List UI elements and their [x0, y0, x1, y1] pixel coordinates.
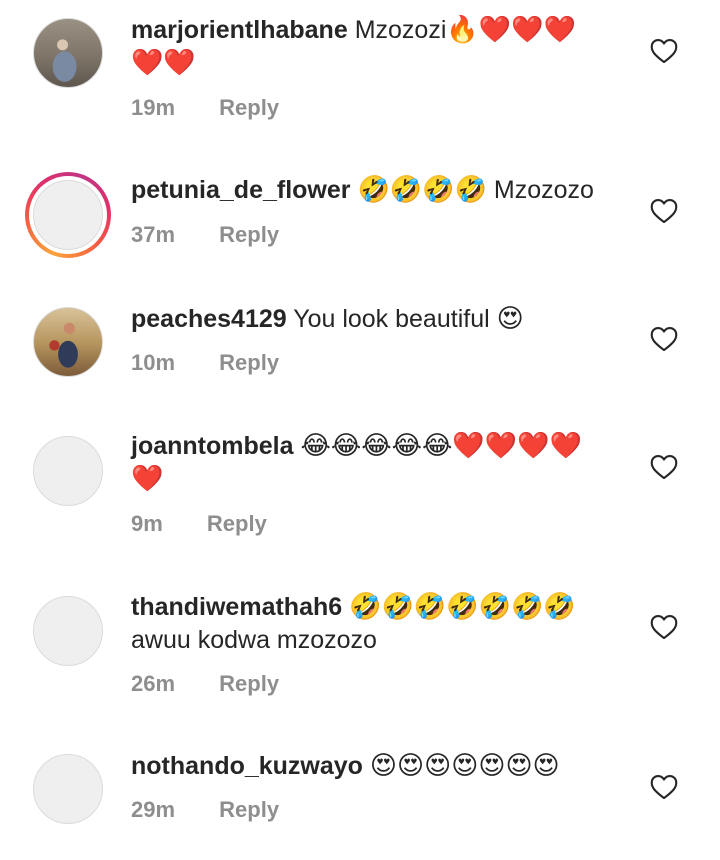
comment-emoji: 😍😍😍😍😍😍😍: [369, 751, 560, 781]
heart-outline-icon[interactable]: [650, 454, 678, 480]
comment-text: marjorientlhabane Mzozozi🔥❤️❤️❤️ ❤️❤️: [131, 14, 641, 80]
comment-meta: 9m Reply: [131, 511, 267, 537]
reply-button[interactable]: Reply: [207, 511, 267, 537]
reply-button[interactable]: Reply: [219, 671, 279, 697]
comment-time: 29m: [131, 797, 176, 822]
comment-emoji: 🤣🤣🤣🤣: [357, 175, 487, 205]
reply-button[interactable]: Reply: [219, 350, 279, 376]
avatar[interactable]: [33, 436, 103, 506]
comment-time: 10m: [131, 350, 176, 375]
comment-text: nothando_kuzwayo 😍😍😍😍😍😍😍: [131, 750, 641, 783]
comment-username[interactable]: nothando_kuzwayo: [131, 752, 363, 780]
comment-time: 9m: [131, 511, 163, 536]
avatar[interactable]: [25, 172, 111, 258]
comment-body: You look beautiful: [293, 305, 490, 333]
comment-time: 26m: [131, 671, 176, 696]
comment-body: Mzozozi: [354, 16, 447, 44]
comment-meta: 26m Reply: [131, 671, 279, 697]
comment-body: awuu kodwa mzozozo: [131, 626, 377, 654]
comment-meta: 29m Reply: [131, 797, 279, 823]
heart-outline-icon[interactable]: [650, 614, 678, 640]
comment-username[interactable]: thandiwemathah6: [131, 593, 342, 621]
comment-text: thandiwemathah6 🤣🤣🤣🤣🤣🤣🤣 awuu kodwa mzozo…: [131, 591, 641, 657]
comment-username[interactable]: peaches4129: [131, 305, 287, 333]
comment-meta: 37m Reply: [131, 222, 279, 248]
comment-emoji: ❤️❤️: [131, 48, 196, 78]
comment-username[interactable]: petunia_de_flower: [131, 176, 351, 204]
comment-text: joanntombela 😂😂😂😂😂❤️❤️❤️❤️ ❤️: [131, 430, 641, 496]
comment-username[interactable]: marjorientlhabane: [131, 16, 348, 44]
comment-time: 37m: [131, 222, 176, 247]
reply-button[interactable]: Reply: [219, 797, 279, 823]
heart-outline-icon[interactable]: [650, 774, 678, 800]
comment-text: petunia_de_flower 🤣🤣🤣🤣 Mzozozo: [131, 174, 641, 207]
comment-text: peaches4129 You look beautiful 😍: [131, 303, 641, 336]
comment-meta: 10m Reply: [131, 350, 279, 376]
avatar[interactable]: [33, 754, 103, 824]
comment-emoji: 😍: [496, 304, 524, 334]
comment-emoji: 🔥❤️❤️❤️: [446, 15, 576, 45]
comment-time: 19m: [131, 95, 176, 120]
comment-body: Mzozozo: [493, 176, 594, 204]
comment-emoji: 😂😂😂😂😂❤️❤️❤️❤️: [300, 431, 582, 461]
comment-meta: 19m Reply: [131, 95, 279, 121]
heart-outline-icon[interactable]: [650, 38, 678, 64]
comment-emoji: 🤣🤣🤣🤣🤣🤣🤣: [349, 592, 576, 622]
comment-username[interactable]: joanntombela: [131, 432, 294, 460]
avatar[interactable]: [33, 307, 103, 377]
reply-button[interactable]: Reply: [219, 222, 279, 248]
heart-outline-icon[interactable]: [650, 198, 678, 224]
comments-list: marjorientlhabane Mzozozi🔥❤️❤️❤️ ❤️❤️ 19…: [0, 0, 720, 860]
avatar[interactable]: [33, 596, 103, 666]
reply-button[interactable]: Reply: [219, 95, 279, 121]
avatar[interactable]: [33, 18, 103, 88]
heart-outline-icon[interactable]: [650, 326, 678, 352]
comment-emoji: ❤️: [131, 464, 164, 494]
